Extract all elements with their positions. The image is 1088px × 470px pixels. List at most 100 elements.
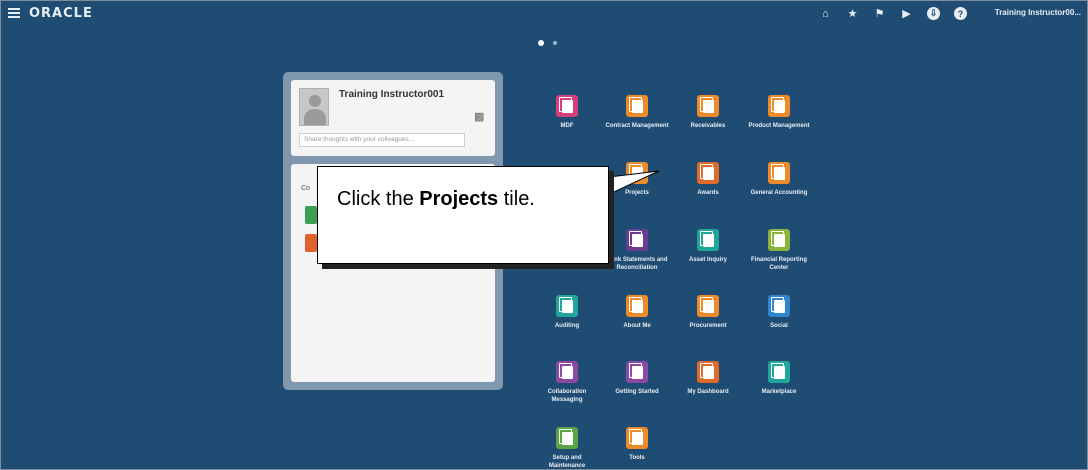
tile-my-dashboard[interactable]: My Dashboard — [675, 361, 741, 397]
tile-auditing[interactable]: Auditing — [534, 295, 600, 331]
callout-text-bold: Projects — [419, 188, 499, 210]
tile-label: Setup and Maintenance — [548, 455, 586, 469]
header-icons: ⌂ ★ ⚑ ▶ ⇩ ? — [819, 7, 967, 20]
tile-glyph — [699, 96, 714, 113]
user-menu[interactable]: Training Instructor00... — [981, 8, 1081, 17]
navigator-menu-icon[interactable] — [8, 8, 20, 18]
mini-tile-green[interactable] — [305, 206, 317, 224]
tile-collaboration-messaging[interactable]: Collaboration Messaging — [534, 361, 600, 404]
tile-marketplace[interactable]: Marketplace — [746, 361, 812, 397]
global-header: ORACLE ⌂ ★ ⚑ ▶ ⇩ ? Training Instructor00… — [1, 1, 1087, 29]
social-icon — [768, 295, 790, 317]
chat-icon[interactable]: ▩ — [474, 112, 486, 123]
asset-inquiry-icon — [697, 229, 719, 251]
procurement-icon — [697, 295, 719, 317]
share-thoughts-input[interactable]: Share thoughts with your colleagues... — [299, 133, 465, 147]
tile-label: My Dashboard — [687, 389, 729, 395]
tile-glyph — [770, 362, 785, 379]
profile-name[interactable]: Training Instructor001 — [339, 89, 444, 100]
tile-glyph — [699, 362, 714, 379]
tile-label: Marketplace — [761, 389, 797, 395]
auditing-icon — [556, 295, 578, 317]
tile-setup-and-maintenance[interactable]: Setup and Maintenance — [534, 427, 600, 470]
tile-glyph — [770, 163, 785, 180]
page-dot[interactable] — [553, 41, 557, 45]
avatar[interactable] — [299, 88, 329, 126]
tile-awards[interactable]: Awards — [675, 162, 741, 198]
about-me-icon — [626, 295, 648, 317]
tile-glyph — [770, 296, 785, 313]
mdf-icon — [556, 95, 578, 117]
my-dashboard-icon — [697, 361, 719, 383]
tile-getting-started[interactable]: Getting Started — [604, 361, 670, 397]
tile-label: Social — [770, 323, 788, 329]
home-icon[interactable]: ⌂ — [819, 7, 832, 20]
tile-label: About Me — [623, 323, 651, 329]
tile-product-management[interactable]: Product Management — [746, 95, 812, 131]
tile-glyph — [699, 296, 714, 313]
tile-bank-statements-and-reconciliation[interactable]: Bank Statements and Reconciliation — [604, 229, 670, 272]
tile-tools[interactable]: Tools — [604, 427, 670, 463]
tile-general-accounting[interactable]: General Accounting — [746, 162, 812, 198]
tile-contract-management[interactable]: Contract Management — [604, 95, 670, 131]
financial-reporting-center-icon — [768, 229, 790, 251]
tile-glyph — [628, 296, 643, 313]
mini-tile-orange[interactable] — [305, 234, 317, 252]
tile-glyph — [699, 230, 714, 247]
tile-receivables[interactable]: Receivables — [675, 95, 741, 131]
tile-glyph — [628, 96, 643, 113]
help-icon[interactable]: ? — [954, 7, 967, 20]
content-card-label: Co — [301, 185, 310, 192]
tile-label: Procurement — [689, 323, 727, 329]
notifications-icon[interactable]: ⚑ — [873, 7, 886, 20]
tile-label: Bank Statements and Reconciliation — [606, 257, 668, 271]
tools-icon — [626, 427, 648, 449]
oracle-logo[interactable]: ORACLE — [29, 6, 93, 21]
tile-label: Receivables — [690, 123, 726, 129]
general-accounting-icon — [768, 162, 790, 184]
tile-label: Product Management — [748, 123, 810, 129]
page-dot-active[interactable] — [538, 40, 544, 46]
tile-label: Getting Started — [615, 389, 659, 395]
tile-glyph — [558, 362, 573, 379]
tile-label: Financial Reporting Center — [750, 257, 807, 271]
favorites-icon[interactable]: ★ — [846, 7, 859, 20]
tile-glyph — [628, 230, 643, 247]
tile-glyph — [770, 230, 785, 247]
tile-procurement[interactable]: Procurement — [675, 295, 741, 331]
tile-label: Asset Inquiry — [688, 257, 727, 263]
collaboration-messaging-icon — [556, 361, 578, 383]
getting-started-icon — [626, 361, 648, 383]
tile-social[interactable]: Social — [746, 295, 812, 331]
page-indicator — [538, 40, 557, 46]
tile-asset-inquiry[interactable]: Asset Inquiry — [675, 229, 741, 265]
settings-icon[interactable]: ⇩ — [927, 7, 940, 20]
tile-label: MDF — [560, 123, 574, 129]
product-management-icon — [768, 95, 790, 117]
tile-label: Tools — [629, 455, 645, 461]
awards-icon — [697, 162, 719, 184]
tile-glyph — [699, 163, 714, 180]
tile-label: Awards — [697, 190, 719, 196]
tile-about-me[interactable]: About Me — [604, 295, 670, 331]
bank-statements-and-reconciliation-icon — [626, 229, 648, 251]
tile-financial-reporting-center[interactable]: Financial Reporting Center — [746, 229, 812, 272]
tile-glyph — [558, 296, 573, 313]
tile-glyph — [628, 428, 643, 445]
profile-card: Training Instructor001 ▩ Share thoughts … — [291, 80, 495, 156]
tile-label: General Accounting — [750, 190, 808, 196]
setup-and-maintenance-icon — [556, 427, 578, 449]
callout-text-after: tile. — [498, 188, 535, 210]
tile-glyph — [558, 96, 573, 113]
tile-glyph — [628, 362, 643, 379]
tile-glyph — [770, 96, 785, 113]
tile-mdf[interactable]: MDF — [534, 95, 600, 131]
tile-glyph — [558, 428, 573, 445]
tile-label: Collaboration Messaging — [547, 389, 587, 403]
tile-label: Auditing — [554, 323, 580, 329]
watchlist-icon[interactable]: ▶ — [900, 7, 913, 20]
callout-text-before: Click the — [337, 188, 420, 210]
contract-management-icon — [626, 95, 648, 117]
marketplace-icon — [768, 361, 790, 383]
instruction-callout: Click the Projects tile. — [317, 166, 609, 264]
